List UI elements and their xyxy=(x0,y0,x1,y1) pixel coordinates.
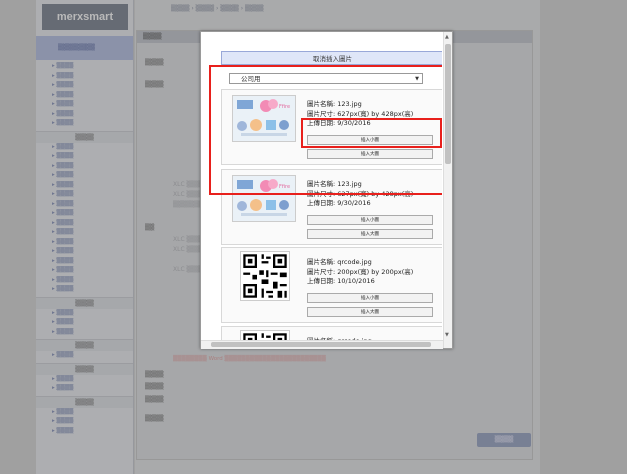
insert-small-image-button[interactable]: 插入小圖 xyxy=(307,215,433,225)
image-thumbnail[interactable] xyxy=(240,251,290,301)
cancel-insert-image-button[interactable]: 取消插入圖片 xyxy=(221,51,442,65)
scroll-up-icon[interactable]: ▲ xyxy=(445,34,449,40)
qr-code-icon xyxy=(241,252,289,300)
dialog-content: 取消插入圖片 公司用 ▼ Ffire 圖片名稱: 123.jpg 圖片尺寸: 6… xyxy=(209,32,442,348)
insert-image-dialog: 取消插入圖片 公司用 ▼ Ffire 圖片名稱: 123.jpg 圖片尺寸: 6… xyxy=(200,31,453,349)
image-name: 圖片名稱: qrcode.jpg xyxy=(307,258,372,266)
image-date: 上傳日期: 10/10/2016 xyxy=(307,277,375,285)
image-info: 圖片名稱: qrcode.jpg 圖片尺寸: 200px(寬) by 200px… xyxy=(307,258,413,287)
insert-small-image-button[interactable]: 插入小圖 xyxy=(307,293,433,303)
insert-large-image-button[interactable]: 插入大圖 xyxy=(307,307,433,317)
image-size: 圖片尺寸: 200px(寬) by 200px(高) xyxy=(307,267,414,276)
image-date: 上傳日期: 9/30/2016 xyxy=(307,199,371,207)
scrollbar-thumb[interactable] xyxy=(211,342,431,347)
image-card: 圖片名稱: qrcode.jpg 圖片尺寸: 200px(寬) by 200px… xyxy=(221,247,442,323)
scroll-down-icon[interactable]: ▼ xyxy=(445,332,449,338)
dialog-vertical-scrollbar[interactable]: ▲ ▼ xyxy=(443,32,452,348)
dialog-horizontal-scrollbar[interactable] xyxy=(201,340,443,349)
highlight-box-insert-small xyxy=(301,118,442,148)
scrollbar-thumb[interactable] xyxy=(445,44,451,164)
insert-large-image-button[interactable]: 插入大圖 xyxy=(307,229,433,239)
